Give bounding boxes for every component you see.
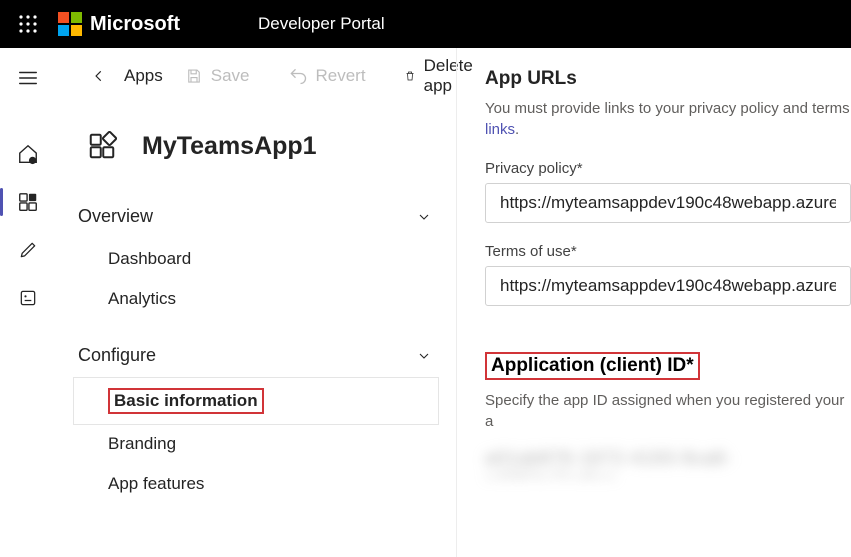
hamburger-icon: [17, 67, 39, 89]
rail-tools-button[interactable]: [4, 274, 52, 322]
pencil-icon: [18, 240, 38, 260]
waffle-icon: [19, 15, 37, 33]
microsoft-logo-icon: [58, 12, 82, 36]
home-person-icon: [17, 143, 39, 165]
rail-edit-button[interactable]: [4, 226, 52, 274]
terms-of-use-field: Terms of use*: [485, 243, 851, 306]
app-launcher-button[interactable]: [8, 15, 48, 33]
nav-basic-information[interactable]: Basic information: [74, 378, 438, 424]
nav-configure-header[interactable]: Configure: [74, 333, 438, 378]
undo-icon: [288, 66, 308, 86]
privacy-policy-field: Privacy policy*: [485, 160, 851, 223]
highlight-box: Basic information: [108, 388, 264, 414]
app-urls-description: You must provide links to your privacy p…: [485, 98, 851, 140]
left-rail: [0, 48, 56, 557]
save-icon: [185, 67, 203, 85]
app-urls-heading: App URLs: [485, 68, 851, 90]
form-icon: [18, 288, 38, 308]
privacy-policy-label: Privacy policy*: [485, 160, 851, 177]
links-hyperlink[interactable]: links: [485, 121, 515, 138]
client-id-section: Application (client) ID* Specify the app…: [485, 352, 851, 478]
terms-of-use-label: Terms of use*: [485, 243, 851, 260]
form-pane: App URLs You must provide links to your …: [456, 48, 851, 557]
hamburger-button[interactable]: [4, 54, 52, 102]
nav-analytics[interactable]: Analytics: [74, 279, 438, 319]
portal-title: Developer Portal: [258, 14, 385, 34]
client-id-value-blurred: a01ab876-1672-4193-9ca8-a4063a71e8aa: [485, 448, 835, 478]
apps-icon: [17, 191, 39, 213]
nav-app-features[interactable]: App features: [74, 464, 438, 504]
highlight-box: Application (client) ID*: [485, 352, 700, 380]
app-nav-pane: Apps Save Revert Delete app: [56, 48, 456, 557]
terms-of-use-input[interactable]: [485, 266, 851, 306]
chevron-left-icon: [92, 69, 106, 83]
app-tile-icon: [84, 128, 120, 164]
app-name-heading: MyTeamsApp1: [142, 132, 317, 161]
global-header: Microsoft Developer Portal: [0, 0, 851, 48]
nav-overview-header[interactable]: Overview: [74, 194, 438, 239]
client-id-description: Specify the app ID assigned when you reg…: [485, 390, 851, 432]
save-button: Save: [167, 66, 268, 86]
chevron-down-icon: [416, 348, 432, 364]
microsoft-brand-text: Microsoft: [90, 13, 180, 36]
nav-branding[interactable]: Branding: [74, 424, 438, 464]
client-id-heading: Application (client) ID*: [491, 355, 694, 376]
command-bar: Apps Save Revert Delete app: [56, 48, 456, 104]
chevron-down-icon: [416, 209, 432, 225]
privacy-policy-input[interactable]: [485, 183, 851, 223]
nav-section: Overview Dashboard Analytics Configure B…: [56, 188, 456, 504]
app-title-row: MyTeamsApp1: [56, 104, 456, 188]
trash-icon: [404, 67, 416, 85]
back-to-apps-link[interactable]: Apps: [92, 66, 163, 86]
revert-button: Revert: [270, 66, 384, 86]
rail-home-button[interactable]: [4, 130, 52, 178]
back-label: Apps: [124, 66, 163, 86]
nav-dashboard[interactable]: Dashboard: [74, 239, 438, 279]
rail-apps-button[interactable]: [4, 178, 52, 226]
microsoft-logo[interactable]: Microsoft: [58, 12, 180, 36]
